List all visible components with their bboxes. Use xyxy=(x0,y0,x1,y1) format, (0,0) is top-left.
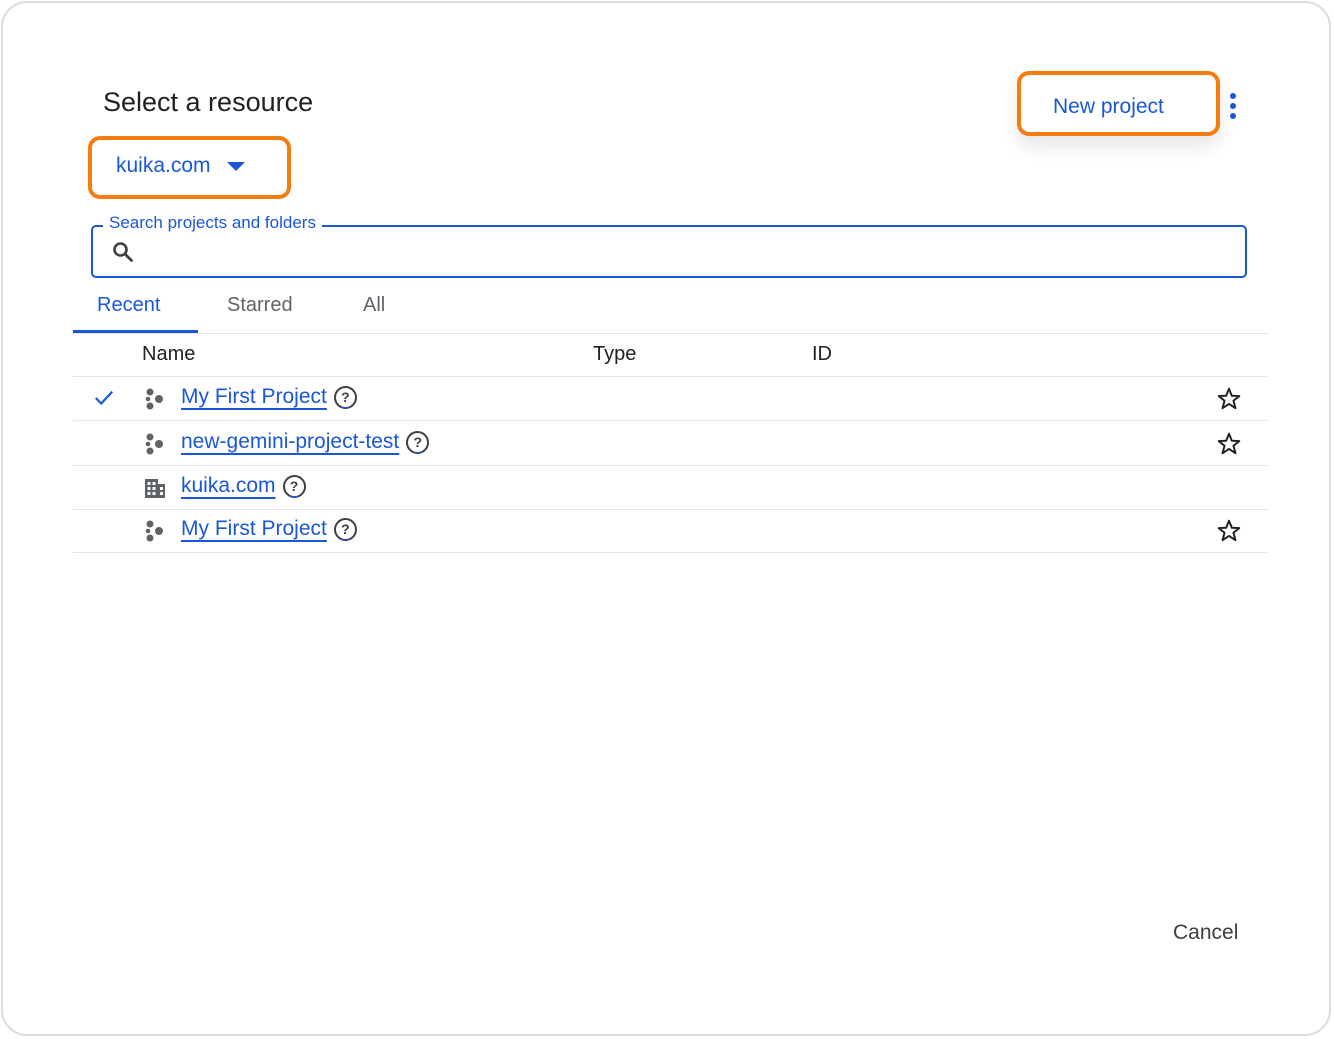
organization-icon xyxy=(145,479,165,498)
table-row[interactable]: My First Project ? xyxy=(73,376,1267,421)
column-header-name: Name xyxy=(142,343,196,365)
table-row[interactable]: My First Project ? xyxy=(73,508,1267,553)
table-row[interactable]: kuika.com ? xyxy=(73,465,1267,510)
new-project-button[interactable]: New project xyxy=(1053,95,1164,119)
row-name-link[interactable]: My First Project ? xyxy=(181,517,357,541)
column-header-id: ID xyxy=(812,343,832,365)
column-header-type: Type xyxy=(593,343,637,365)
project-icon xyxy=(145,520,163,542)
row-name: My First Project xyxy=(181,385,327,408)
star-icon[interactable] xyxy=(1216,386,1242,412)
more-vert-icon[interactable] xyxy=(1225,91,1241,121)
table-row[interactable]: new-gemini-project-test ? xyxy=(73,421,1267,466)
help-icon[interactable]: ? xyxy=(333,517,357,541)
tab-all[interactable]: All xyxy=(363,294,385,317)
project-icon xyxy=(145,433,163,455)
search-input[interactable] xyxy=(147,235,1231,269)
org-selector-button[interactable]: kuika.com xyxy=(116,154,245,178)
row-name: new-gemini-project-test xyxy=(181,430,400,453)
project-icon xyxy=(145,388,163,410)
tab-recent[interactable]: Recent xyxy=(97,294,160,317)
help-icon[interactable]: ? xyxy=(406,430,430,454)
org-selector-highlight: kuika.com xyxy=(88,136,291,199)
row-name: kuika.com xyxy=(181,474,276,497)
tab-bar: Recent Starred All xyxy=(73,285,1267,334)
select-resource-dialog: Select a resource kuika.com New project … xyxy=(1,1,1331,1036)
org-selector-label: kuika.com xyxy=(116,154,211,177)
tab-starred[interactable]: Starred xyxy=(227,294,293,317)
row-name-link[interactable]: My First Project ? xyxy=(181,385,357,409)
row-name-link[interactable]: new-gemini-project-test ? xyxy=(181,430,430,454)
check-icon xyxy=(94,390,114,406)
star-icon[interactable] xyxy=(1216,518,1242,544)
star-icon[interactable] xyxy=(1216,431,1242,457)
help-icon[interactable]: ? xyxy=(282,474,306,498)
dialog-title: Select a resource xyxy=(103,87,314,117)
table-header: Name Type ID xyxy=(73,333,1267,377)
new-project-highlight: New project xyxy=(1017,71,1220,136)
search-label: Search projects and folders xyxy=(103,213,322,233)
search-field[interactable]: Search projects and folders xyxy=(91,213,1247,278)
row-name-link[interactable]: kuika.com ? xyxy=(181,474,306,498)
caret-down-icon xyxy=(226,161,245,171)
help-icon[interactable]: ? xyxy=(333,385,357,409)
row-name: My First Project xyxy=(181,517,327,540)
search-icon xyxy=(113,242,133,262)
cancel-button[interactable]: Cancel xyxy=(1173,921,1238,945)
